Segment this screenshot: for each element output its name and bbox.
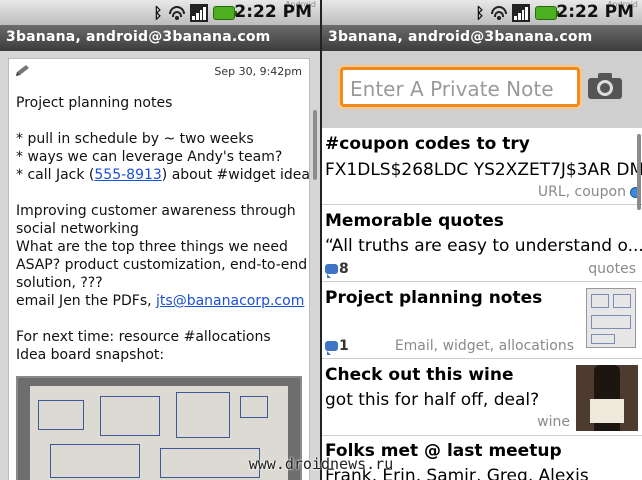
signal-icon [190, 4, 208, 22]
phone-link[interactable]: 555-8913 [94, 167, 161, 183]
list-item[interactable]: Project planning notes 1 Email, widget, … [322, 281, 642, 358]
item-title: #coupon codes to try [325, 134, 530, 154]
status-clock: 2:22 PM [234, 2, 312, 22]
email-link[interactable]: jts@bananacorp.com [156, 293, 304, 309]
note-line: What are the top three things we need [16, 239, 288, 255]
note-line: solution, ??? [16, 275, 103, 291]
note-line-email: email Jen the PDFs, jts@bananacorp.com [16, 292, 312, 310]
item-text: “All truths are easy to understand o... [325, 236, 642, 256]
account-title: 3banana, android@3banana.com [0, 25, 320, 51]
account-title: 3banana, android@3banana.com [322, 25, 642, 51]
list-item[interactable]: Memorable quotes “All truths are easy to… [322, 204, 642, 281]
sketch-box [240, 396, 268, 418]
signal-icon [512, 4, 530, 22]
note-line: social networking [16, 221, 139, 237]
note-line: Improving customer awareness through [16, 203, 296, 219]
item-tags: quotes [588, 261, 636, 277]
battery-icon [213, 6, 237, 20]
whiteboard-thumbnail [586, 288, 636, 348]
item-title: Memorable quotes [325, 211, 504, 231]
note-blank-line [16, 310, 312, 328]
note-line: Project planning notes [16, 95, 173, 111]
scrollbar[interactable] [637, 134, 641, 210]
note-line-text: email Jen the PDFs, [16, 293, 157, 309]
comment-count-value: 8 [339, 261, 349, 277]
list-item[interactable]: #coupon codes to try FX1DLS$268LDC YS2XZ… [322, 127, 642, 204]
item-text: FX1DLS$268LDC YS2XZET7J$3AR DMT... [325, 160, 642, 180]
camera-icon[interactable] [587, 71, 623, 101]
item-title: Check out this wine [325, 365, 514, 385]
item-text: got this for half off, deal? [325, 390, 540, 410]
battery-icon [535, 6, 559, 20]
wifi-icon [491, 4, 507, 22]
private-note-input[interactable]: Enter A Private Note [340, 67, 580, 107]
sketch-box [176, 392, 230, 438]
comment-count: 8 [325, 261, 349, 278]
status-clock: 2:22 PM [556, 2, 634, 22]
bluetooth-icon: ᛒ [475, 4, 485, 22]
note-line: For next time: resource #allocations [16, 329, 271, 345]
item-tags: wine [537, 414, 570, 430]
comment-count: 1 [325, 338, 349, 355]
note-date: Sep 30, 9:42pm [214, 65, 302, 78]
list-item[interactable]: Check out this wine got this for half of… [322, 358, 642, 435]
comment-count-value: 1 [339, 338, 349, 354]
scrollbar[interactable] [313, 110, 317, 180]
comment-bubble-icon [325, 341, 338, 355]
note-line-text: * call Jack ( [16, 167, 95, 183]
comment-bubble-icon [325, 264, 338, 278]
item-tags: Email, widget, allocations [394, 338, 574, 354]
sketch-box [100, 396, 160, 436]
note-line: Idea board snapshot: [16, 347, 165, 363]
wifi-icon [169, 4, 185, 22]
note-line-text: ) about #widget idea [161, 167, 310, 183]
note-line: * ways we can leverage Andy's team? [16, 149, 283, 165]
item-title: Project planning notes [325, 288, 543, 308]
pencil-edit-icon[interactable] [14, 64, 32, 78]
sketch-box [38, 400, 84, 430]
notes-list-screen: Android ᛒ 2:22 PM 3banana, android@3bana… [322, 0, 642, 480]
note-line: ASAP? product customization, end-to-end [16, 257, 308, 273]
bluetooth-icon: ᛒ [153, 4, 163, 22]
note-blank-line [16, 184, 312, 202]
item-tags: URL, coupon [537, 184, 626, 200]
note-body: Project planning notes * pull in schedul… [16, 94, 312, 364]
watermark: www.droidnews.ru [248, 455, 394, 473]
wine-thumbnail [576, 365, 638, 431]
status-bar: Android ᛒ 2:22 PM [322, 0, 642, 25]
status-bar: Android ᛒ 2:22 PM [0, 0, 320, 25]
note-line: * pull in schedule by ~ two weeks [16, 131, 254, 147]
wine-label [590, 399, 624, 423]
note-detail-screen: Android ᛒ 2:22 PM 3banana, android@3bana… [0, 0, 320, 480]
note-blank-line [16, 112, 312, 130]
note-line-call: * call Jack (555-8913) about #widget ide… [16, 166, 312, 184]
